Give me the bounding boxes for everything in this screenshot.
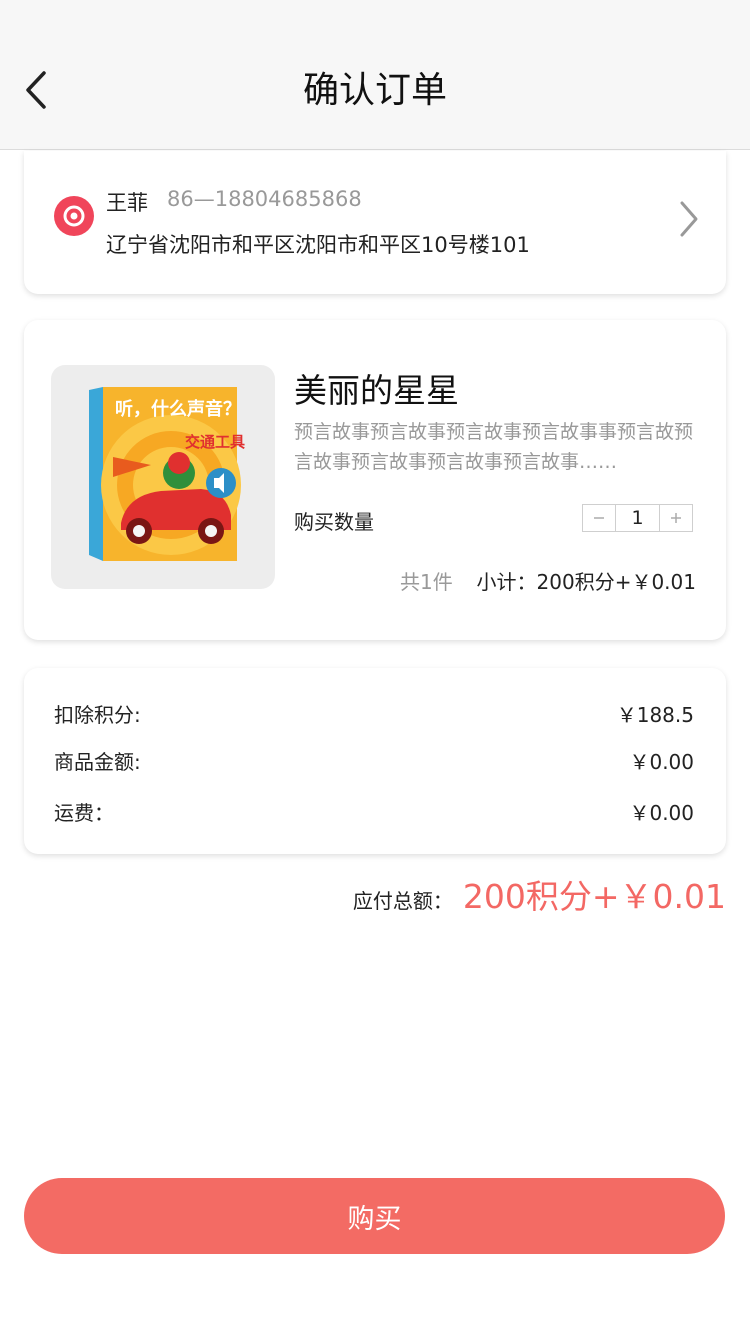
- total-row: 应付总额： 200积分+￥0.01: [353, 870, 726, 918]
- quantity-stepper: 1: [582, 504, 693, 532]
- plus-icon: [671, 513, 681, 523]
- product-image[interactable]: 听，什么声音？ 交通工具: [51, 365, 275, 589]
- quantity-value[interactable]: 1: [615, 505, 660, 531]
- address-card[interactable]: 王菲 86—18804685868 辽宁省沈阳市和平区沈阳市和平区10号楼101: [24, 151, 726, 294]
- recipient-name: 王菲: [106, 191, 148, 215]
- price-row-shipping: 运费： ￥0.00: [54, 797, 694, 826]
- subtotal: 小计：200积分+￥0.01: [476, 570, 696, 594]
- product-title: 美丽的星星: [294, 371, 459, 410]
- total-value: 200积分+￥0.01: [462, 877, 726, 916]
- increase-button[interactable]: [660, 505, 692, 531]
- product-description: 预言故事预言故事预言故事预言故事事预言故预言故事预言故事预言故事预言故事……: [294, 421, 694, 473]
- price-value: ￥188.5: [616, 703, 694, 727]
- cover-title: 听，什么声音？: [115, 398, 241, 420]
- price-summary-card: 扣除积分: ￥188.5 商品金额: ￥0.00 运费： ￥0.00: [24, 668, 726, 854]
- cover-subtitle: 交通工具: [185, 433, 245, 451]
- product-card: 听，什么声音？ 交通工具 美丽的星星 预言故事预言故事预言故事预言故事事预言故预…: [24, 320, 726, 640]
- quantity-label: 购买数量: [294, 510, 374, 534]
- price-row-points: 扣除积分: ￥188.5: [54, 699, 694, 728]
- nav-bar: 确认订单: [0, 0, 750, 150]
- recipient-phone: 86—18804685868: [167, 187, 362, 211]
- price-label: 扣除积分:: [54, 703, 141, 727]
- item-count: 共1件: [400, 570, 453, 594]
- page-title: 确认订单: [302, 70, 447, 111]
- price-label: 商品金额:: [54, 750, 141, 774]
- location-icon: [54, 196, 94, 236]
- price-value: ￥0.00: [629, 750, 694, 774]
- price-label: 运费：: [54, 801, 114, 825]
- price-row-goods: 商品金额: ￥0.00: [54, 746, 694, 775]
- address-detail: 辽宁省沈阳市和平区沈阳市和平区10号楼101: [106, 233, 530, 257]
- minus-icon: [594, 517, 604, 519]
- buy-button[interactable]: 购买: [24, 1178, 725, 1254]
- price-value: ￥0.00: [629, 801, 694, 825]
- total-label: 应付总额：: [352, 889, 453, 913]
- chevron-right-icon: [680, 201, 698, 237]
- decrease-button[interactable]: [583, 505, 615, 531]
